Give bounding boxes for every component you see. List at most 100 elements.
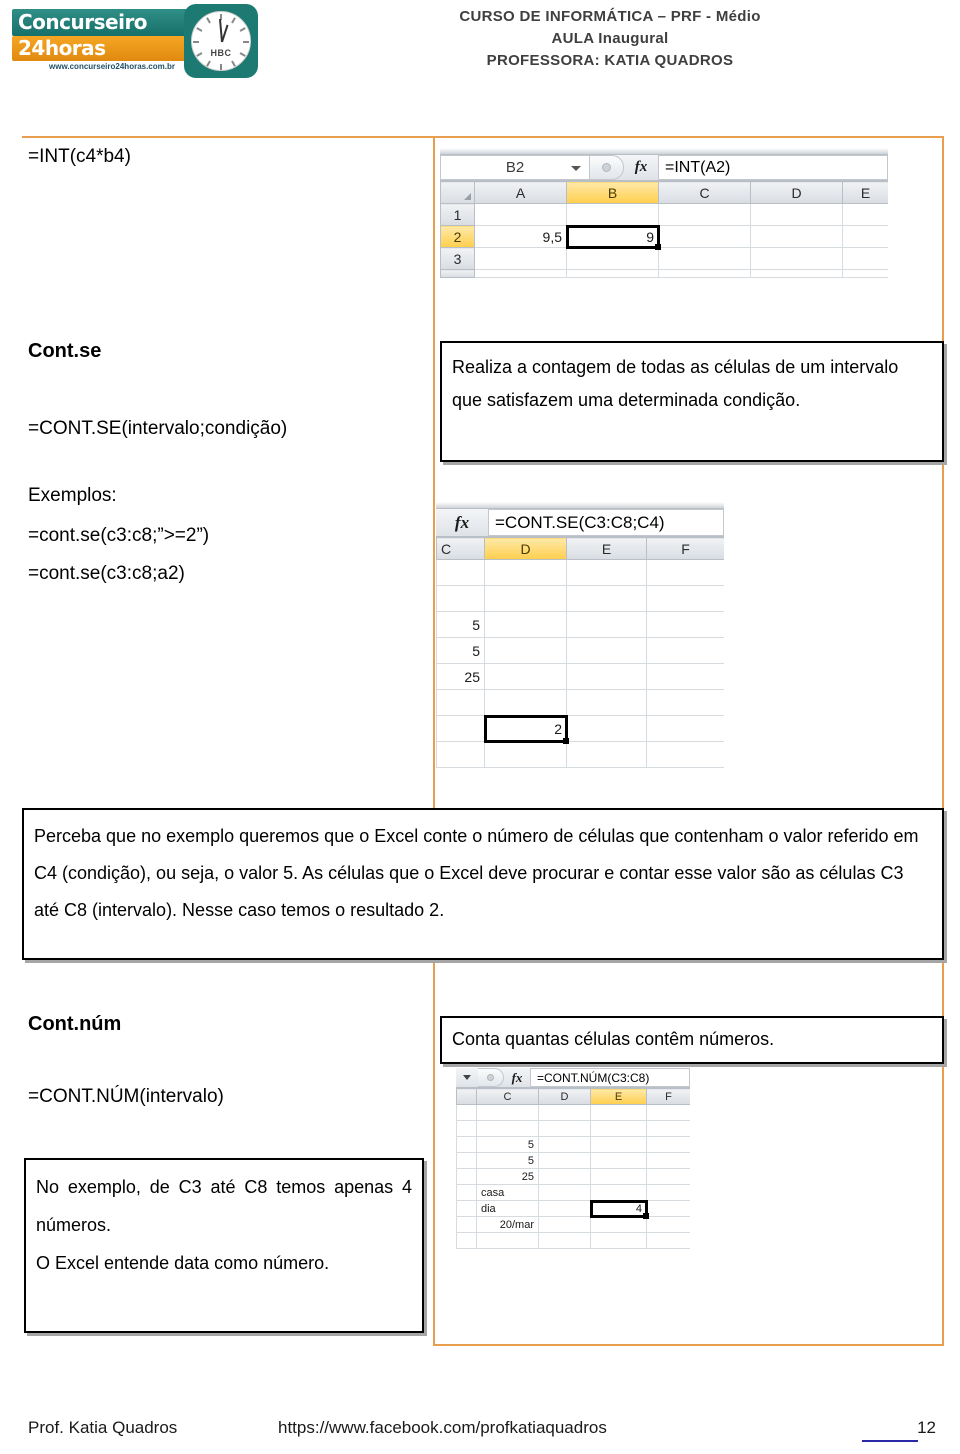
excel-cell-c-r6-contse[interactable] (436, 689, 485, 716)
excel-cell-e-r1-contnum[interactable] (590, 1104, 647, 1121)
excel-cell-d-r5-contnum[interactable] (538, 1168, 591, 1185)
excel-col-header-e-contse[interactable]: E (566, 537, 647, 560)
excel-cell-e-r8-contnum[interactable] (590, 1216, 647, 1233)
excel-cell-f-r6-contse[interactable] (646, 689, 724, 716)
excel-cell-d-r6-contnum[interactable] (538, 1184, 591, 1201)
excel-col-header-a[interactable]: A (474, 181, 567, 204)
excel-cell-d-r3-contse[interactable] (484, 611, 567, 638)
excel-cell-c3[interactable] (658, 247, 751, 270)
excel-cell-c-r8-contnum[interactable]: 20/mar (476, 1216, 539, 1233)
excel-cell-e4[interactable] (842, 269, 888, 278)
excel-cell-f-r3-contse[interactable] (646, 611, 724, 638)
excel-cell-f-r6-contnum[interactable] (646, 1184, 690, 1201)
excel-rowhdr-corner-contnum[interactable] (456, 1088, 477, 1105)
excel-cell-c-r7-contse[interactable] (436, 715, 485, 742)
excel-cell-f-r2-contnum[interactable] (646, 1120, 690, 1137)
excel-row-header-2[interactable]: 2 (440, 225, 475, 248)
excel-rowhdr-r1-contnum[interactable] (456, 1104, 477, 1121)
excel-cell-d-r3-contnum[interactable] (538, 1136, 591, 1153)
excel-cell-b2[interactable]: 9 (565, 224, 662, 251)
excel-cell-d4[interactable] (750, 269, 843, 278)
excel-select-all-corner-int[interactable] (440, 181, 475, 204)
excel-cell-a4[interactable] (474, 269, 567, 278)
excel-cell-c-r1-contnum[interactable] (476, 1104, 539, 1121)
excel-cell-e-r4-contnum[interactable] (590, 1152, 647, 1169)
excel-cell-f-r3-contnum[interactable] (646, 1136, 690, 1153)
excel-cell-c-r4-contnum[interactable]: 5 (476, 1152, 539, 1169)
excel-cell-e-r7-contse[interactable] (566, 715, 647, 742)
excel-cell-f-r2-contse[interactable] (646, 585, 724, 612)
excel-cell-d-r1-contse[interactable] (484, 559, 567, 586)
excel-cell-d-r5-contse[interactable] (484, 663, 567, 690)
excel-cell-c-r6-contnum[interactable]: casa (476, 1184, 539, 1201)
excel-col-header-c-contnum[interactable]: C (476, 1088, 539, 1105)
excel-cell-c-r2-contnum[interactable] (476, 1120, 539, 1137)
excel-cell-e-r4-contse[interactable] (566, 637, 647, 664)
excel-rowhdr-r6-contnum[interactable] (456, 1184, 477, 1201)
excel-cell-e-r9-contnum[interactable] (590, 1232, 647, 1249)
excel-rowhdr-r8-contnum[interactable] (456, 1216, 477, 1233)
excel-col-header-c[interactable]: C (658, 181, 751, 204)
excel-name-box-int[interactable]: B2 (440, 155, 590, 180)
excel-cell-f-r7-contse[interactable] (646, 715, 724, 742)
excel-cell-d-r6-contse[interactable] (484, 689, 567, 716)
excel-cell-d1[interactable] (750, 203, 843, 226)
excel-cell-d-r4-contse[interactable] (484, 637, 567, 664)
excel-cell-f-r1-contnum[interactable] (646, 1104, 690, 1121)
excel-cell-d-r7-contnum[interactable] (538, 1200, 591, 1217)
fx-icon-contse[interactable]: fx (436, 509, 488, 536)
excel-cell-c2[interactable] (658, 225, 751, 248)
fx-icon-int[interactable]: fx (624, 155, 658, 180)
excel-rowhdr-r5-contnum[interactable] (456, 1168, 477, 1185)
excel-formula-input-contnum[interactable]: =CONT.NÚM(C3:C8) (530, 1068, 690, 1087)
footer-facebook-link[interactable]: https://www.facebook.com/profkatiaquadro… (278, 1418, 607, 1438)
excel-cell-c-r7-contnum[interactable]: dia (476, 1200, 539, 1217)
excel-cell-f-r5-contnum[interactable] (646, 1168, 690, 1185)
excel-cell-e-r8-contse[interactable] (566, 741, 647, 768)
excel-cell-d-r2-contnum[interactable] (538, 1120, 591, 1137)
excel-cell-d3[interactable] (750, 247, 843, 270)
excel-cell-f-r8-contse[interactable] (646, 741, 724, 768)
excel-cell-c1[interactable] (658, 203, 751, 226)
excel-cell-e2[interactable] (842, 225, 888, 248)
excel-formula-input-contse[interactable]: =CONT.SE(C3:C8;C4) (488, 509, 724, 536)
excel-cell-f-r9-contnum[interactable] (646, 1232, 690, 1249)
excel-cell-e-r6-contse[interactable] (566, 689, 647, 716)
excel-rowhdr-r9-contnum[interactable] (456, 1232, 477, 1249)
excel-row-header-1[interactable]: 1 (440, 203, 475, 226)
excel-col-header-d-contnum[interactable]: D (538, 1088, 591, 1105)
excel-cell-a1[interactable] (474, 203, 567, 226)
excel-rowhdr-r4-contnum[interactable] (456, 1152, 477, 1169)
excel-cell-c-r3-contnum[interactable]: 5 (476, 1136, 539, 1153)
excel-cell-b4[interactable] (566, 269, 659, 278)
excel-cell-f-r8-contnum[interactable] (646, 1216, 690, 1233)
excel-row-header-3[interactable]: 3 (440, 247, 475, 270)
excel-cell-f-r7-contnum[interactable] (646, 1200, 690, 1217)
excel-cell-d-r8-contnum[interactable] (538, 1216, 591, 1233)
excel-cell-f-r1-contse[interactable] (646, 559, 724, 586)
excel-col-header-c-contse[interactable]: C (436, 537, 485, 560)
excel-cell-d-r4-contnum[interactable] (538, 1152, 591, 1169)
excel-cell-c-r5-contnum[interactable]: 25 (476, 1168, 539, 1185)
excel-cell-c-r5-contse[interactable]: 25 (436, 663, 485, 690)
excel-cell-e3[interactable] (842, 247, 888, 270)
excel-cell-e-r5-contnum[interactable] (590, 1168, 647, 1185)
excel-cell-a3[interactable] (474, 247, 567, 270)
excel-cell-d2[interactable] (750, 225, 843, 248)
excel-insert-function-button-contnum[interactable] (478, 1068, 504, 1087)
excel-rowhdr-r7-contnum[interactable] (456, 1200, 477, 1217)
excel-cell-e1[interactable] (842, 203, 888, 226)
excel-cell-f-r4-contse[interactable] (646, 637, 724, 664)
excel-cell-e-r2-contnum[interactable] (590, 1120, 647, 1137)
excel-cell-c4[interactable] (658, 269, 751, 278)
chevron-down-icon[interactable] (571, 165, 581, 171)
excel-col-header-f-contse[interactable]: F (646, 537, 724, 560)
excel-rowhdr-r2-contnum[interactable] (456, 1120, 477, 1137)
excel-cell-c-r3-contse[interactable]: 5 (436, 611, 485, 638)
excel-cell-e-r1-contse[interactable] (566, 559, 647, 586)
excel-cell-e-r6-contnum[interactable] (590, 1184, 647, 1201)
excel-cell-c-r1-contse[interactable] (436, 559, 485, 586)
excel-col-header-e-contnum[interactable]: E (590, 1088, 647, 1105)
excel-cell-d-r8-contse[interactable] (484, 741, 567, 768)
excel-cell-d-r1-contnum[interactable] (538, 1104, 591, 1121)
